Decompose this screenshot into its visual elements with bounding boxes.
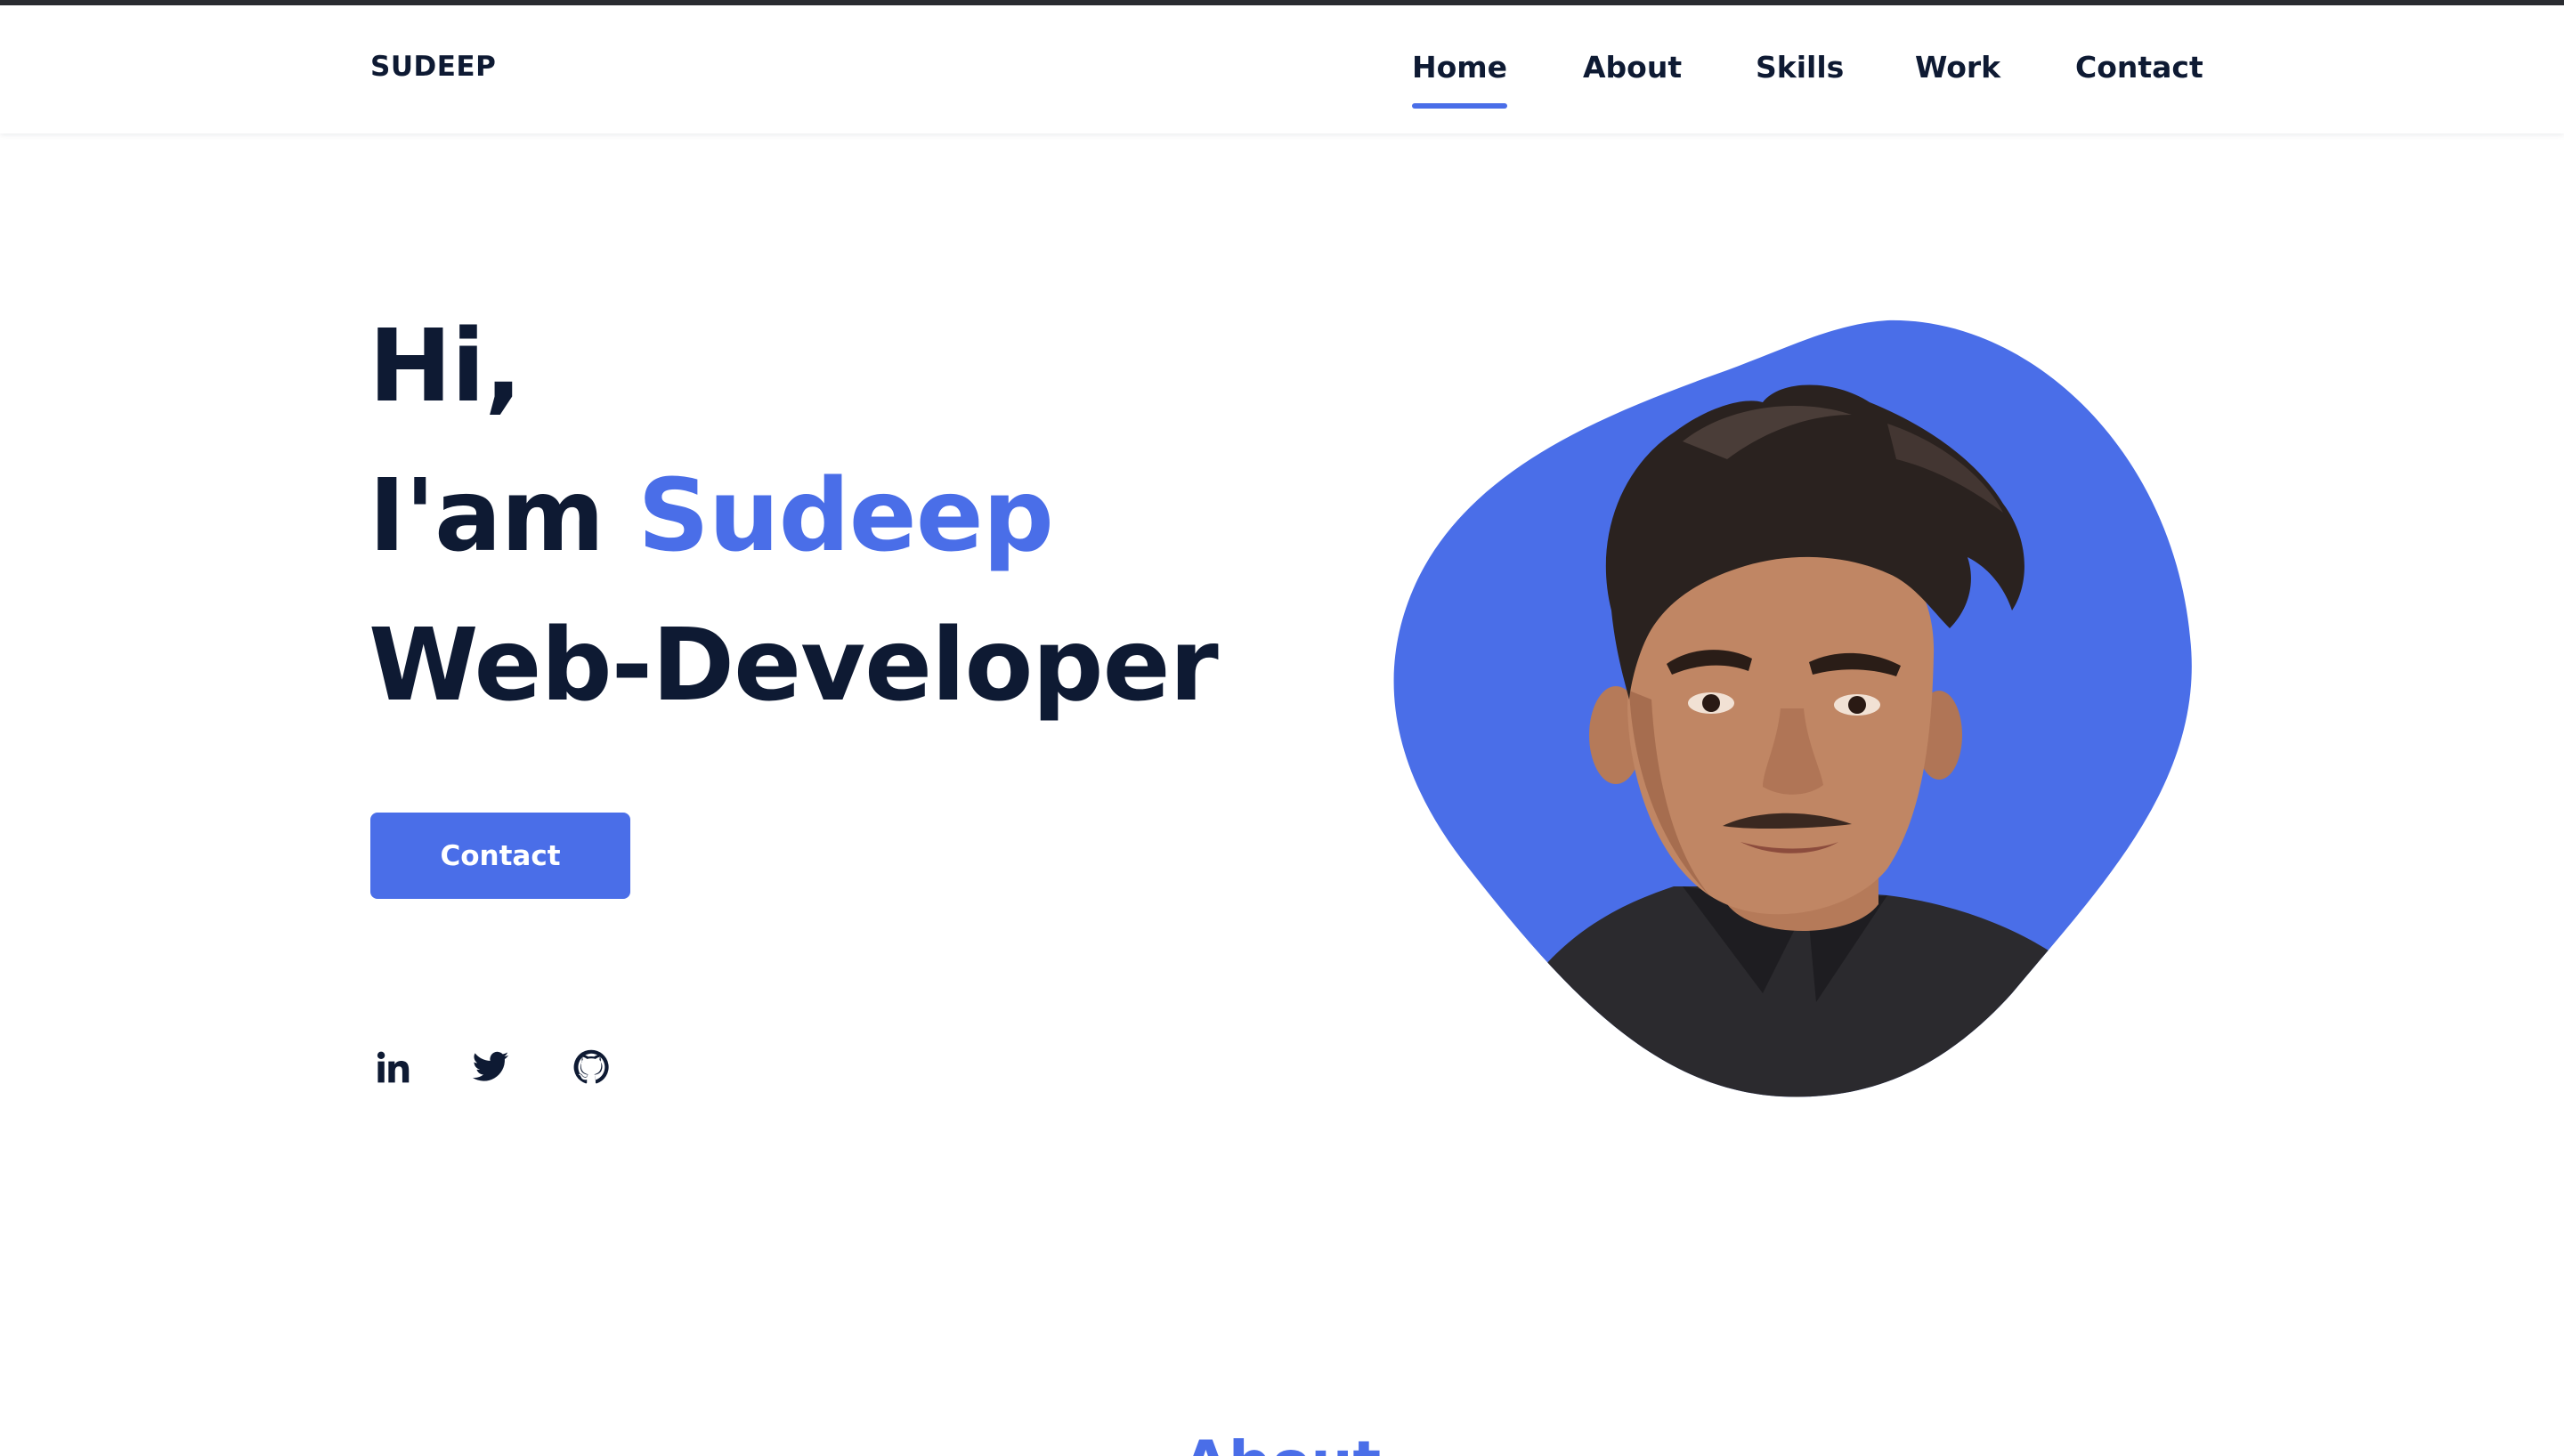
nav-item-contact[interactable]: Contact bbox=[2075, 50, 2203, 85]
twitter-icon[interactable] bbox=[471, 1048, 510, 1087]
nav-item-home[interactable]: Home bbox=[1412, 50, 1508, 109]
hero-role: Web-Developer bbox=[369, 608, 1219, 724]
about-heading: About bbox=[0, 1433, 2564, 1456]
nav-item-skills[interactable]: Skills bbox=[1756, 50, 1844, 85]
contact-button[interactable]: Contact bbox=[370, 813, 630, 899]
hero-greeting: Hi, bbox=[369, 309, 523, 425]
hero-intro-prefix: I'am bbox=[369, 458, 638, 574]
site-header: SUDEEP Home About Skills Work Contact bbox=[0, 5, 2564, 133]
nav-item-about[interactable]: About bbox=[1583, 50, 1682, 85]
nav-item-work[interactable]: Work bbox=[1915, 50, 2000, 85]
page: SUDEEP Home About Skills Work Contact Hi… bbox=[0, 0, 2564, 1456]
main-nav: Home About Skills Work Contact bbox=[0, 50, 2564, 109]
linkedin-icon[interactable] bbox=[372, 1048, 411, 1087]
profile-blob bbox=[1389, 317, 2194, 1100]
profile-photo bbox=[1393, 320, 2192, 1097]
hero-intro: I'am Sudeep bbox=[369, 466, 1054, 566]
hero-name: Sudeep bbox=[637, 458, 1054, 574]
github-icon[interactable] bbox=[572, 1048, 611, 1087]
